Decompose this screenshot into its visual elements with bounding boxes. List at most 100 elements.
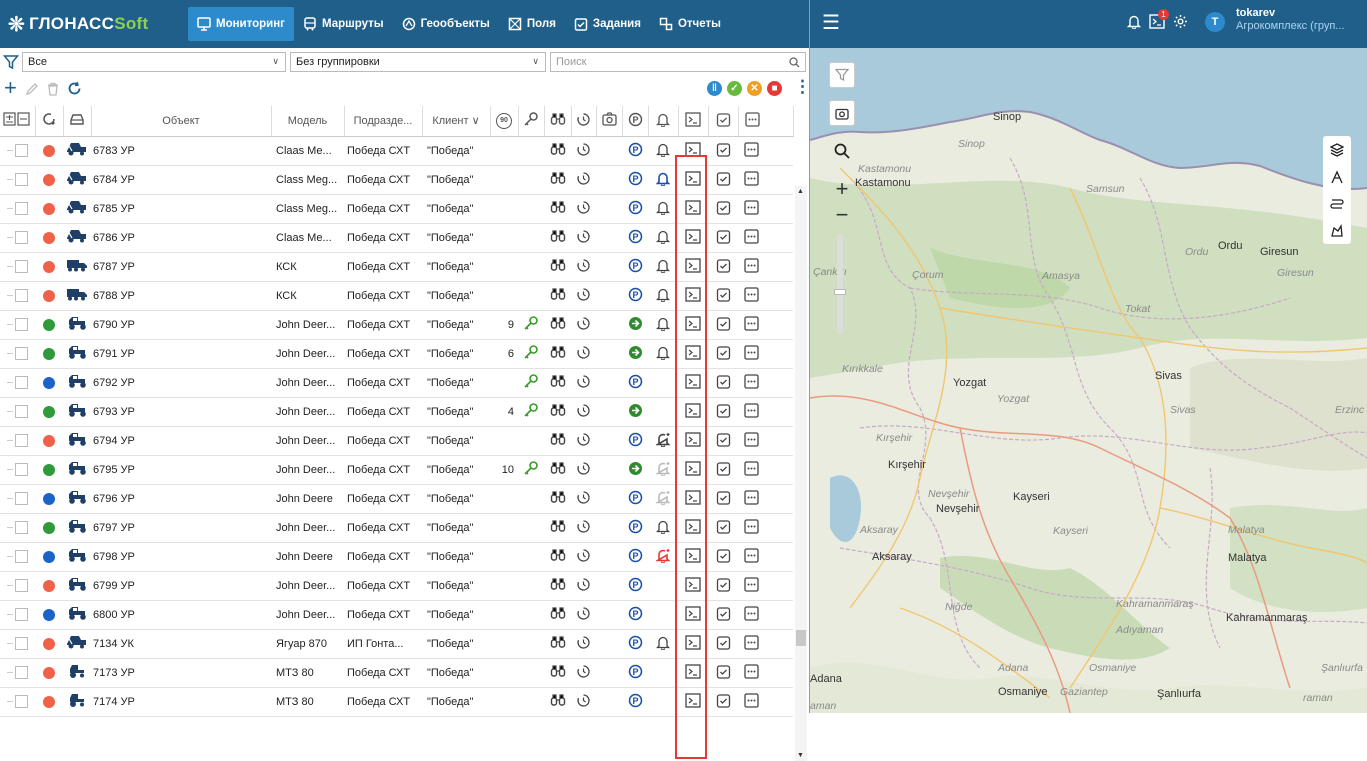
terminal-icon[interactable]	[685, 576, 701, 592]
object-name[interactable]: 6788 УР	[91, 281, 271, 311]
moving-icon[interactable]	[628, 403, 643, 418]
search-icon[interactable]	[789, 57, 800, 68]
parking-icon[interactable]: P	[628, 287, 643, 302]
bell-alert-icon[interactable]	[654, 432, 671, 448]
bell-icon[interactable]	[1127, 14, 1141, 29]
history-icon[interactable]	[576, 403, 591, 418]
row-checkbox[interactable]	[15, 231, 28, 244]
object-name[interactable]: 6797 УР	[91, 513, 271, 543]
binoculars-icon[interactable]	[550, 200, 566, 214]
history-icon[interactable]	[576, 171, 591, 186]
terminal-icon[interactable]	[685, 257, 701, 273]
more-icon[interactable]	[744, 286, 759, 302]
row-checkbox[interactable]	[15, 579, 28, 592]
nav-tasks[interactable]: Задания	[565, 7, 650, 41]
header-model[interactable]: Модель	[271, 106, 345, 137]
zoom-in-button[interactable]: +	[829, 176, 855, 202]
table-row[interactable]: 6800 УР John Deer... Победа СХТ "Победа" P	[0, 600, 793, 630]
map-view[interactable]: Sinop Sinop Kastamonu Kastamonu Samsun Ordu Or…	[810, 48, 1367, 713]
search-input[interactable]: Поиск	[550, 52, 806, 72]
task-icon[interactable]	[716, 171, 731, 186]
ruler-icon[interactable]	[1330, 169, 1344, 184]
history-icon[interactable]	[576, 635, 591, 650]
header-commands[interactable]	[678, 106, 709, 137]
task-icon[interactable]	[716, 664, 731, 679]
header-more[interactable]	[738, 106, 794, 137]
terminal-icon[interactable]	[685, 634, 701, 650]
binoculars-icon[interactable]	[550, 548, 566, 562]
bell-icon[interactable]	[655, 171, 671, 187]
object-name[interactable]: 6791 УР	[91, 339, 271, 369]
expand-collapse-icon[interactable]	[3, 111, 31, 127]
object-name[interactable]: 6796 УР	[91, 484, 271, 514]
table-row[interactable]: 6792 УР John Deer... Победа СХТ "Победа" P	[0, 368, 793, 398]
binoculars-icon[interactable]	[550, 664, 566, 678]
header-history[interactable]	[571, 106, 597, 137]
more-icon[interactable]	[744, 257, 759, 273]
row-checkbox[interactable]	[15, 637, 28, 650]
more-icon[interactable]	[744, 344, 759, 360]
binoculars-icon[interactable]	[550, 258, 566, 272]
object-name[interactable]: 7134 УК	[91, 629, 271, 659]
object-name[interactable]: 7173 УР	[91, 658, 271, 688]
table-row[interactable]: 7134 УК Ягуар 870 ИП Гонта... "Победа" P	[0, 629, 793, 659]
object-name[interactable]: 7174 УР	[91, 687, 271, 717]
table-row[interactable]: 6788 УР КСК Победа СХТ "Победа" P	[0, 281, 793, 311]
more-icon[interactable]	[744, 228, 759, 244]
task-icon[interactable]	[716, 229, 731, 244]
history-icon[interactable]	[576, 490, 591, 505]
binoculars-icon[interactable]	[550, 635, 566, 649]
table-row[interactable]: 6793 УР John Deer... Победа СХТ "Победа" 4	[0, 397, 793, 427]
header-notifications[interactable]	[648, 106, 679, 137]
row-checkbox[interactable]	[15, 405, 28, 418]
gear-icon[interactable]	[1173, 14, 1188, 29]
object-name[interactable]: 6793 УР	[91, 397, 271, 427]
object-name[interactable]: 6800 УР	[91, 600, 271, 630]
table-row[interactable]: 6797 УР John Deer... Победа СХТ "Победа" P	[0, 513, 793, 543]
table-row[interactable]: 6796 УР John Deere Победа СХТ "Победа" P	[0, 484, 793, 514]
header-tasks[interactable]	[708, 106, 739, 137]
terminal-icon[interactable]	[685, 605, 701, 621]
nav-geoobjects[interactable]: Геообъекты	[393, 7, 499, 41]
row-checkbox[interactable]	[15, 173, 28, 186]
more-icon[interactable]	[744, 634, 759, 650]
history-icon[interactable]	[576, 577, 591, 592]
row-checkbox[interactable]	[15, 202, 28, 215]
bell-icon[interactable]	[655, 258, 671, 274]
bell-icon[interactable]	[655, 142, 671, 158]
more-icon[interactable]	[744, 199, 759, 215]
task-icon[interactable]	[716, 635, 731, 650]
more-vertical-icon[interactable]: ⋮	[794, 77, 811, 97]
menu-icon[interactable]: ☰	[822, 13, 840, 33]
terminal-icon[interactable]	[685, 315, 701, 331]
history-icon[interactable]	[576, 258, 591, 273]
table-row[interactable]: 6786 УР Claas Me... Победа СХТ "Победа" P	[0, 223, 793, 253]
moving-icon[interactable]	[628, 461, 643, 476]
terminal-icon[interactable]	[685, 460, 701, 476]
header-speed[interactable]: 90	[490, 106, 519, 137]
row-checkbox[interactable]	[15, 521, 28, 534]
more-icon[interactable]	[744, 576, 759, 592]
terminal-icon[interactable]	[685, 547, 701, 563]
nav-monitoring[interactable]: Мониторинг	[188, 7, 294, 41]
bell-icon[interactable]	[655, 519, 671, 535]
header-binoculars[interactable]	[544, 106, 572, 137]
parking-icon[interactable]: P	[628, 635, 643, 650]
history-icon[interactable]	[576, 287, 591, 302]
more-icon[interactable]	[744, 605, 759, 621]
row-checkbox[interactable]	[15, 434, 28, 447]
more-icon[interactable]	[744, 373, 759, 389]
table-row[interactable]: 6798 УР John Deere Победа СХТ "Победа" P	[0, 542, 793, 572]
more-icon[interactable]	[744, 402, 759, 418]
ok-status-icon[interactable]: ✓	[727, 81, 742, 96]
table-row[interactable]: 6790 УР John Deer... Победа СХТ "Победа" 9	[0, 310, 793, 340]
terminal-icon[interactable]	[685, 518, 701, 534]
bell-alert-icon[interactable]	[654, 548, 671, 564]
history-icon[interactable]	[576, 606, 591, 621]
table-row[interactable]: 6784 УР Class Meg... Победа СХТ "Победа" P	[0, 165, 793, 195]
row-checkbox[interactable]	[15, 318, 28, 331]
bell-icon[interactable]	[655, 345, 671, 361]
logo[interactable]: ❊ ГЛОНАСС Soft	[0, 0, 188, 48]
parking-icon[interactable]: P	[628, 577, 643, 592]
header-connection[interactable]	[35, 106, 64, 137]
